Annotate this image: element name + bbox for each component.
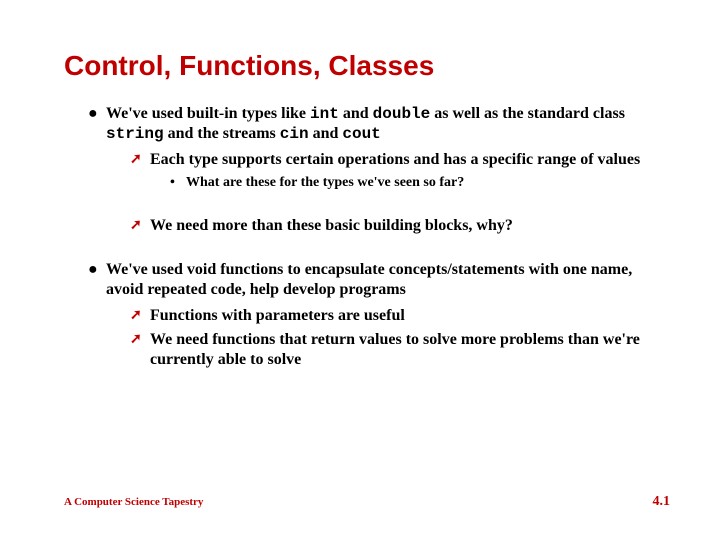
code-run: cin [280,125,309,143]
code-run: cout [342,125,380,143]
disc-icon: ● [88,260,106,280]
text-run: and [309,125,343,142]
dot-icon: • [170,174,186,192]
footer: A Computer Science Tapestry 4.1 [64,494,670,510]
slide: Control, Functions, Classes ● We've used… [0,0,720,370]
bullet-text: Each type supports certain operations an… [150,150,670,170]
arrow-icon: ➚ [130,150,150,170]
arrow-icon: ➚ [130,330,150,350]
bullet-text: Functions with parameters are useful [150,306,670,326]
sub-bullet-item: ➚ We need more than these basic building… [130,216,670,236]
subsub-bullet-item: • What are these for the types we've see… [170,174,670,192]
spacer [64,196,670,216]
code-run: string [106,125,164,143]
code-run: double [373,105,431,123]
spacer [64,240,670,260]
disc-icon: ● [88,104,106,124]
sub-bullet-item: ➚ Functions with parameters are useful [130,306,670,326]
bullet-item: ● We've used void functions to encapsula… [88,260,670,300]
sub-bullet-item: ➚ We need functions that return values t… [130,330,670,370]
slide-title: Control, Functions, Classes [64,50,670,82]
arrow-icon: ➚ [130,216,150,236]
code-run: int [310,105,339,123]
page-number: 4.1 [653,494,671,510]
text-run: We've used built-in types like [106,105,310,122]
bullet-text: What are these for the types we've seen … [186,174,670,192]
bullet-item: ● We've used built-in types like int and… [88,104,670,144]
bullet-text: We need more than these basic building b… [150,216,670,236]
text-run: and the streams [164,125,280,142]
arrow-icon: ➚ [130,306,150,326]
footer-title: A Computer Science Tapestry [64,496,203,508]
bullet-text: We've used void functions to encapsulate… [106,260,670,300]
text-run: as well as the standard class [430,105,625,122]
bullet-text: We've used built-in types like int and d… [106,104,670,144]
text-run: and [339,105,373,122]
sub-bullet-item: ➚ Each type supports certain operations … [130,150,670,170]
bullet-text: We need functions that return values to … [150,330,670,370]
